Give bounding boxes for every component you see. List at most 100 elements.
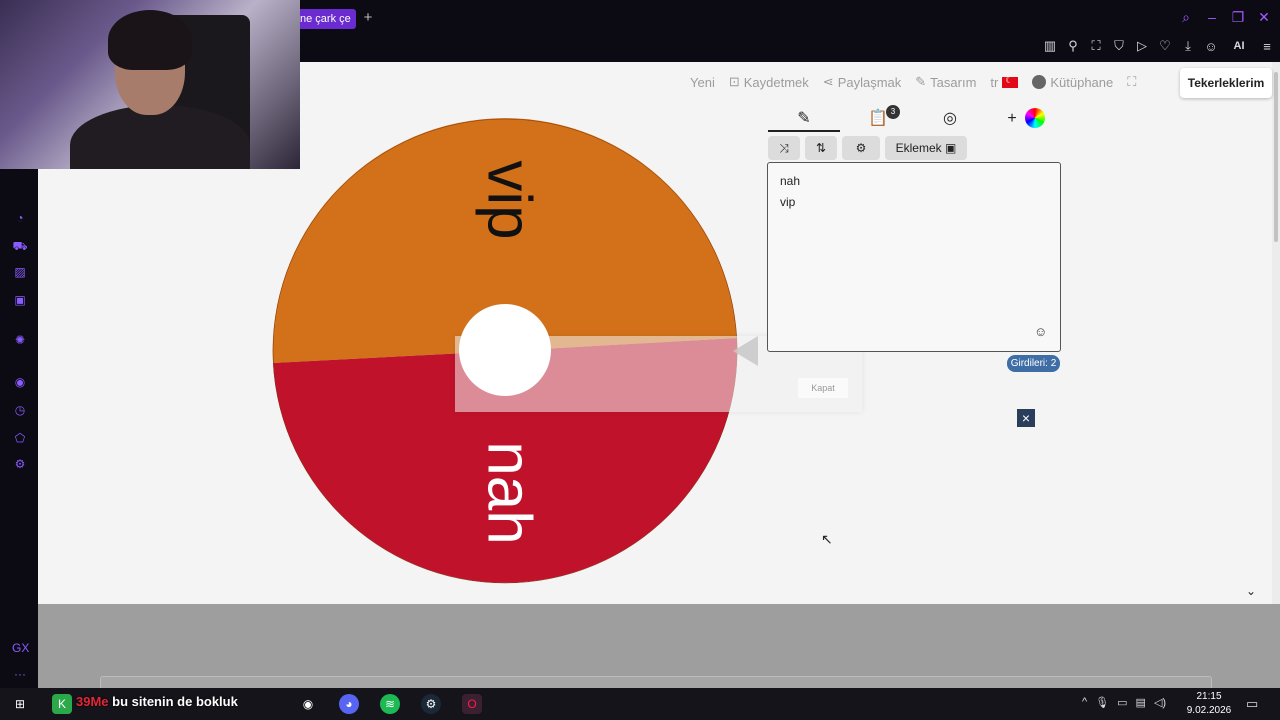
menu-icon[interactable]: ≡ <box>1260 39 1274 54</box>
discord-icon[interactable]: ◕ <box>339 694 359 714</box>
nav-design-label: Tasarım <box>930 74 977 90</box>
ai-assistant-icon[interactable]: ✺ <box>12 332 28 348</box>
page-scrollbar[interactable] <box>1272 62 1280 604</box>
restore-icon[interactable]: ❐ <box>1230 8 1246 26</box>
spotify-icon[interactable]: ≋ <box>380 694 400 714</box>
browser-tab-active[interactable]: ne çark çe <box>298 9 356 29</box>
mouse-cursor-icon: ↖ <box>821 531 833 547</box>
share-icon: ⋖ <box>822 74 834 89</box>
window-controls: ⌕ – ❐ ✕ <box>1178 8 1272 26</box>
heart-icon[interactable]: ♡ <box>1158 38 1172 54</box>
entry-line: nah <box>780 174 801 188</box>
volume-icon[interactable]: ◁) <box>1154 696 1166 709</box>
more-icon[interactable]: ··· <box>12 666 28 682</box>
history-icon[interactable]: ◉ <box>12 374 28 390</box>
notification-icon[interactable]: ▭ <box>1246 696 1258 712</box>
color-picker-icon[interactable] <box>1025 108 1045 128</box>
my-wheels-button[interactable]: Tekerleklerim <box>1180 68 1272 98</box>
play-icon[interactable]: ▷ <box>1135 38 1149 54</box>
gear-icon: ⚙ <box>855 141 867 155</box>
sort-button[interactable]: ⇅ <box>805 136 837 160</box>
settings-icon[interactable]: ⚙ <box>12 456 28 472</box>
lower-card <box>100 676 1212 688</box>
extensions-icon[interactable]: ⬠ <box>12 430 28 446</box>
scrollbar-thumb[interactable] <box>1274 72 1278 242</box>
opera-gx-icon[interactable]: O <box>462 694 482 714</box>
pin-icon[interactable]: ⚲ <box>1066 38 1080 54</box>
messenger-icon[interactable]: ▣ <box>12 292 28 308</box>
ticker-text: bu sitenin de bokluk <box>112 694 238 709</box>
entries-textarea[interactable]: nah vip ☺ <box>767 162 1061 352</box>
pencil-icon: ✎ <box>915 74 927 89</box>
new-tab-button[interactable]: + <box>360 10 376 26</box>
split-view-icon[interactable]: ▥ <box>1043 38 1057 54</box>
clock-icon[interactable]: ◷ <box>12 402 28 418</box>
windows-start-icon[interactable]: ⊞ <box>10 694 30 714</box>
nav-language-label: tr <box>990 74 999 90</box>
fullscreen-icon[interactable]: ⛶ <box>1127 74 1136 90</box>
editor-button-row: ⤨ ⇅ ⚙ Eklemek ▣ <box>768 136 967 160</box>
kick-icon[interactable]: K <box>52 694 72 714</box>
eye-off-icon: ◎ <box>943 110 957 127</box>
chevron-up-icon[interactable]: ^ <box>1082 696 1087 709</box>
shield-icon[interactable]: ⛉ <box>1112 38 1126 54</box>
microphone-icon[interactable]: 🎙 <box>1095 696 1109 709</box>
close-icon[interactable]: × <box>1017 409 1035 427</box>
screenshot-icon[interactable]: ⛶ <box>1089 38 1103 54</box>
tab-hidden[interactable]: ◎ <box>936 108 964 130</box>
tab-add[interactable]: + <box>998 108 1026 130</box>
nav-new[interactable]: Yeni <box>690 75 715 90</box>
clock-date: 9.02.2026 <box>1186 705 1232 716</box>
globe-icon <box>1032 75 1047 89</box>
taskbar-clock[interactable]: 21:15 9.02.2026 <box>1184 690 1234 718</box>
settings-button[interactable]: ⚙ <box>842 136 880 160</box>
player-icon[interactable]: ⛟ <box>12 238 28 254</box>
chevron-down-icon[interactable]: ⌄ <box>1246 584 1256 598</box>
nav-library-label: Kütüphane <box>1050 74 1114 90</box>
screen: { "browser": { "tab_title": "ne çark çe"… <box>0 0 1280 720</box>
nav-language[interactable]: tr <box>990 74 1019 90</box>
ai-button[interactable]: AI <box>1227 40 1251 52</box>
nav-design[interactable]: ✎ Tasarım <box>915 74 976 90</box>
popup-close-button[interactable]: Kapat <box>798 378 848 398</box>
nav-share-label: Paylaşmak <box>837 74 902 90</box>
plus-icon: + <box>1007 110 1017 127</box>
add-image-button[interactable]: Eklemek ▣ <box>885 136 967 160</box>
editor-tabs: ✎ 📋 ◎ + <box>768 104 1060 132</box>
steam-icon[interactable]: ⚙ <box>421 694 441 714</box>
nav-save-label: Kaydetmek <box>743 74 809 90</box>
stream-ticker: 39Me bu sitenin de bokluk <box>76 694 238 709</box>
browser-toolbar: ▥ ⚲ ⛶ ⛉ ▷ ♡ ⤓ ☺ AI ≡ <box>1043 38 1274 54</box>
results-count-badge: 3 <box>886 105 900 119</box>
obs-icon[interactable]: ◉ <box>298 694 318 714</box>
turkey-flag-icon <box>1002 75 1019 88</box>
network-icon[interactable]: ▤ <box>1136 696 1146 709</box>
minimize-icon[interactable]: – <box>1204 8 1220 26</box>
wheel-center[interactable] <box>458 303 552 397</box>
ticker-number: 39 <box>76 694 91 709</box>
nav-library[interactable]: Kütüphane <box>1032 75 1113 90</box>
page-lower-section <box>38 604 1280 688</box>
active-tab-indicator <box>768 130 840 132</box>
twitch-icon[interactable]: ▨ <box>12 264 28 280</box>
sort-icon: ⇅ <box>815 141 827 155</box>
tab-edit[interactable]: ✎ <box>790 108 818 130</box>
emoji-icon[interactable]: ☺ <box>1034 325 1048 339</box>
close-icon[interactable]: ✕ <box>1256 8 1272 26</box>
speed-dial-icon[interactable]: ◔ <box>12 210 28 226</box>
download-icon[interactable]: ⤓ <box>1181 38 1195 54</box>
shuffle-icon: ⤨ <box>779 141 789 155</box>
system-tray: ^ 🎙 ▭ ▤ ◁) <box>1082 696 1166 709</box>
site-top-nav: Yeni ⊡Kaydetmek ⋖Paylaşmak ✎Tasarım tr K… <box>690 74 1136 90</box>
shuffle-button[interactable]: ⤨ <box>768 136 800 160</box>
image-icon: ▣ <box>945 141 957 155</box>
webcam-overlay <box>0 0 300 169</box>
battery-icon[interactable]: ▭ <box>1117 696 1127 709</box>
nav-save[interactable]: ⊡ Kaydetmek <box>729 74 809 90</box>
add-image-label: Eklemek <box>895 141 942 155</box>
person-hair <box>108 10 192 70</box>
profile-icon[interactable]: ☺ <box>1204 39 1218 54</box>
gx-icon[interactable]: GX <box>12 640 29 656</box>
search-icon[interactable]: ⌕ <box>1178 8 1194 26</box>
nav-share[interactable]: ⋖ Paylaşmak <box>823 74 901 90</box>
